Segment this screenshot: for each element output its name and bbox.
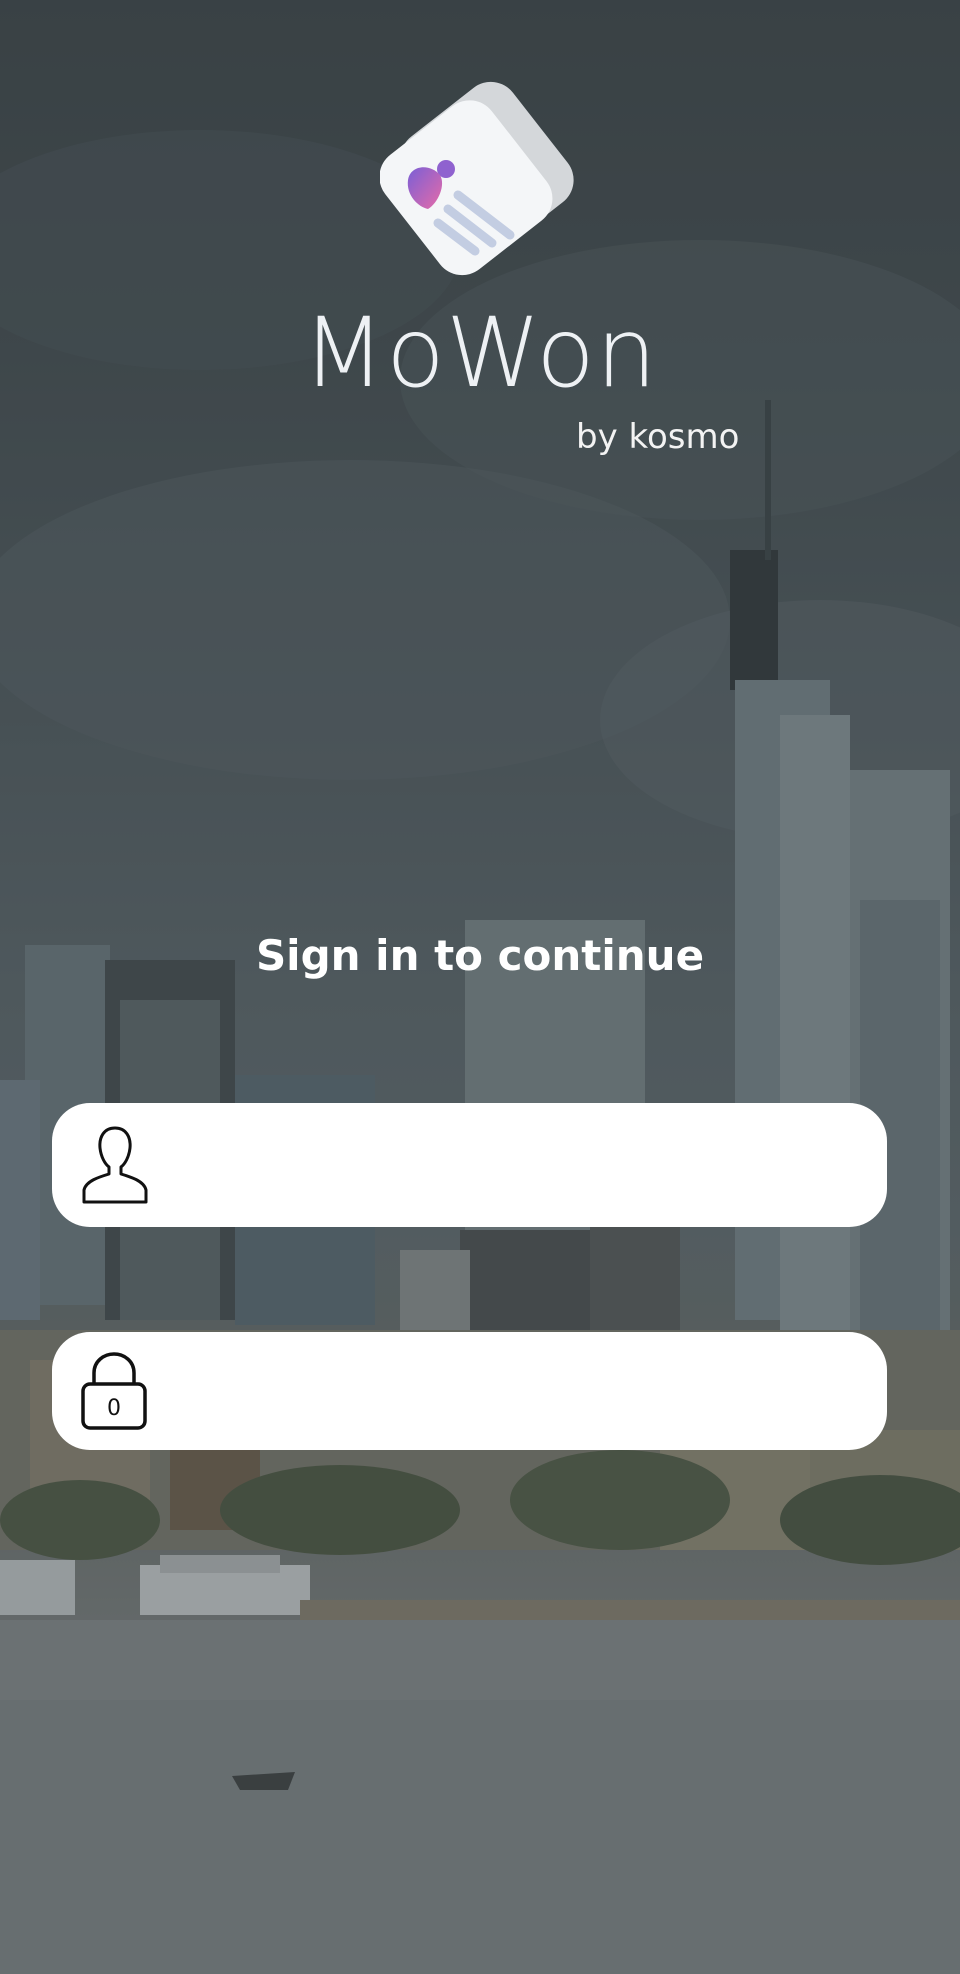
username-field[interactable] bbox=[52, 1103, 887, 1227]
password-field[interactable]: 0 bbox=[52, 1332, 887, 1450]
lock-glyph: 0 bbox=[107, 1396, 121, 1421]
login-screen: MoWon by kosmo Sign in to continue 0 bbox=[0, 0, 960, 1974]
app-byline: by kosmo bbox=[576, 417, 740, 457]
username-input[interactable] bbox=[182, 1103, 847, 1227]
app-title: MoWon bbox=[302, 297, 658, 409]
lock-icon: 0 bbox=[81, 1352, 147, 1430]
password-input[interactable] bbox=[182, 1332, 847, 1450]
sign-in-heading: Sign in to continue bbox=[255, 931, 705, 980]
user-icon bbox=[82, 1126, 148, 1204]
mowon-logo-icon bbox=[380, 81, 574, 276]
